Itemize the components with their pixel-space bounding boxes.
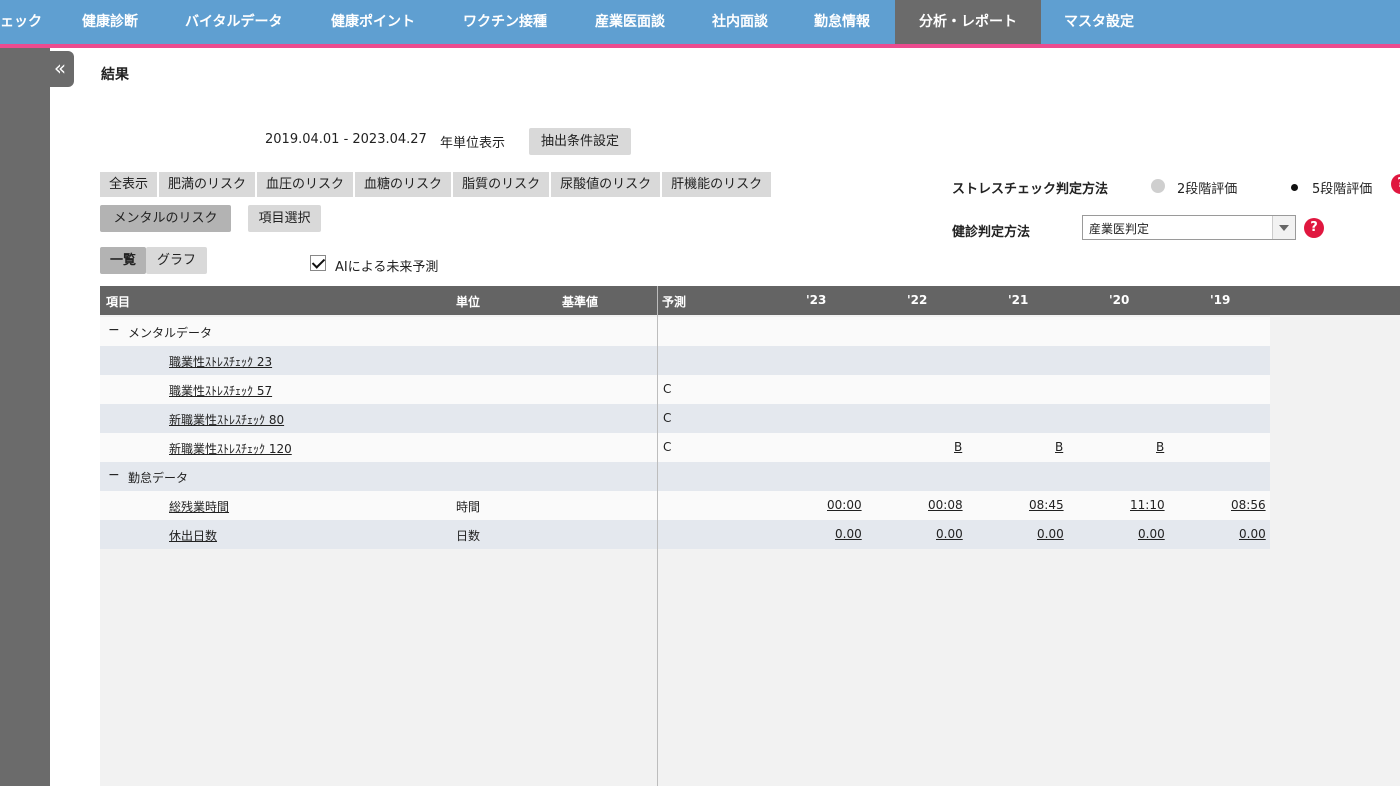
header-year-2021: '21	[1008, 293, 1029, 307]
date-range: 2019.04.01 - 2023.04.27	[265, 132, 427, 147]
header-year-2022: '22	[907, 293, 928, 307]
header-year-2020: '20	[1109, 293, 1130, 307]
ai-forecast-checkbox[interactable]	[310, 255, 326, 271]
nav-item-attendance[interactable]: 勤怠情報	[814, 0, 870, 44]
nav-item-health-points[interactable]: 健康ポイント	[331, 0, 415, 44]
left-sidebar	[0, 48, 50, 786]
value-cell-2021[interactable]: B	[1055, 440, 1063, 454]
filter-blood-pressure-button[interactable]: 血圧のリスク	[257, 172, 354, 197]
list-view-tab[interactable]: 一覧	[100, 247, 146, 274]
table-row: 職業性ｽﾄﾚｽﾁｪｯｸ 57 C	[100, 375, 1270, 404]
value-cell-2023[interactable]: 00:00	[827, 498, 862, 512]
collapse-sidebar-button[interactable]: «	[46, 51, 74, 87]
value-cell-2020[interactable]: B	[1156, 440, 1164, 454]
extract-conditions-button[interactable]: 抽出条件設定	[529, 128, 631, 155]
nav-item-doctor-interview[interactable]: 産業医面談	[595, 0, 665, 44]
double-chevron-left-icon: «	[53, 56, 67, 80]
nav-item-internal-interview[interactable]: 社内面談	[712, 0, 768, 44]
table-row: 休出日数 日数 0.00 0.00 0.00 0.00 0.00	[100, 520, 1270, 549]
table-row: 新職業性ｽﾄﾚｽﾁｪｯｸ 120 C B B B	[100, 433, 1270, 462]
value-cell-2021[interactable]: 0.00	[1037, 527, 1064, 541]
year-unit-label: 年単位表示	[440, 136, 506, 151]
risk-filter-bar: 全表示 肥満のリスク 血圧のリスク 血糖のリスク 脂質のリスク 尿酸値のリスク …	[100, 172, 772, 197]
forecast-cell: C	[663, 382, 672, 396]
nav-item-stress-check[interactable]: ェック	[0, 0, 42, 44]
value-cell-2023[interactable]: 0.00	[835, 527, 862, 541]
value-cell-2020[interactable]: 0.00	[1138, 527, 1165, 541]
header-year-2019: '19	[1210, 293, 1231, 307]
table-row: 職業性ｽﾄﾚｽﾁｪｯｸ 23	[100, 346, 1270, 375]
chevron-down-icon	[1272, 216, 1295, 239]
nav-item-health-checkup[interactable]: 健康診断	[82, 0, 138, 44]
filter-uric-acid-button[interactable]: 尿酸値のリスク	[551, 172, 661, 197]
filter-liver-button[interactable]: 肝機能のリスク	[662, 172, 772, 197]
header-unit: 単位	[456, 295, 481, 309]
kenshin-method-value: 産業医判定	[1089, 222, 1150, 236]
collapse-minus-icon[interactable]: −	[108, 322, 120, 338]
graph-view-tab[interactable]: グラフ	[146, 247, 207, 274]
row-item-link[interactable]: 休出日数	[169, 527, 217, 544]
kenshin-help-icon[interactable]: ?	[1304, 218, 1324, 238]
header-forecast: 予測	[662, 295, 687, 309]
forecast-cell: C	[663, 440, 672, 454]
row-item-link[interactable]: 新職業性ｽﾄﾚｽﾁｪｯｸ 120	[169, 440, 292, 457]
header-item: 項目	[106, 295, 131, 309]
header-standard: 基準値	[562, 295, 599, 309]
kenshin-method-select[interactable]: 産業医判定	[1082, 215, 1296, 240]
results-table: 項目 単位 基準値 予測 '23 '22 '21 '20 '19 − メンタルデ…	[100, 286, 1400, 786]
stress-5-level-label: 5段階評価	[1312, 182, 1373, 197]
value-cell-2020[interactable]: 11:10	[1130, 498, 1165, 512]
nav-item-analysis-report[interactable]: 分析・レポート	[895, 0, 1041, 44]
stress-help-icon[interactable]: ?	[1391, 174, 1400, 194]
forecast-cell: C	[663, 411, 672, 425]
value-cell-2021[interactable]: 08:45	[1029, 498, 1064, 512]
value-cell-2019[interactable]: 08:56	[1231, 498, 1266, 512]
header-year-2023: '23	[806, 293, 827, 307]
table-row: 総残業時間 時間 00:00 00:08 08:45 11:10 08:56	[100, 491, 1270, 520]
nav-item-vital-data[interactable]: バイタルデータ	[185, 0, 282, 44]
value-cell-2022[interactable]: 0.00	[936, 527, 963, 541]
unit-cell: 日数	[456, 529, 481, 543]
stress-method-label: ストレスチェック判定方法	[952, 182, 1109, 197]
stress-5-level-radio[interactable]	[1286, 179, 1302, 195]
group-label: メンタルデータ	[128, 326, 213, 340]
value-cell-2022[interactable]: B	[954, 440, 962, 454]
page-title: 結果	[101, 67, 129, 83]
kenshin-method-label: 健診判定方法	[952, 225, 1031, 240]
group-row-attendance[interactable]: − 勤怠データ	[100, 462, 1270, 491]
collapse-minus-icon[interactable]: −	[108, 467, 120, 483]
filter-all-button[interactable]: 全表示	[100, 172, 158, 197]
row-item-link[interactable]: 職業性ｽﾄﾚｽﾁｪｯｸ 57	[169, 382, 272, 399]
item-select-button[interactable]: 項目選択	[248, 205, 321, 232]
group-label: 勤怠データ	[128, 471, 189, 485]
value-cell-2022[interactable]: 00:08	[928, 498, 963, 512]
table-row: 新職業性ｽﾄﾚｽﾁｪｯｸ 80 C	[100, 404, 1270, 433]
ai-forecast-label: AIによる未来予測	[335, 260, 439, 275]
stress-2-level-radio[interactable]	[1151, 179, 1165, 193]
column-divider	[657, 286, 658, 786]
unit-cell: 時間	[456, 500, 481, 514]
filter-lipid-button[interactable]: 脂質のリスク	[453, 172, 550, 197]
row-item-link[interactable]: 総残業時間	[169, 498, 229, 515]
row-item-link[interactable]: 新職業性ｽﾄﾚｽﾁｪｯｸ 80	[169, 411, 284, 428]
nav-item-vaccination[interactable]: ワクチン接種	[463, 0, 547, 44]
value-cell-2019[interactable]: 0.00	[1239, 527, 1266, 541]
mental-risk-button[interactable]: メンタルのリスク	[100, 205, 231, 232]
filter-blood-sugar-button[interactable]: 血糖のリスク	[355, 172, 452, 197]
filter-obesity-button[interactable]: 肥満のリスク	[159, 172, 256, 197]
stress-2-level-label: 2段階評価	[1177, 182, 1238, 197]
group-row-mental[interactable]: − メンタルデータ	[100, 317, 1270, 346]
row-item-link[interactable]: 職業性ｽﾄﾚｽﾁｪｯｸ 23	[169, 353, 272, 370]
table-header: 項目 単位 基準値 予測 '23 '22 '21 '20 '19	[100, 286, 1400, 315]
nav-item-master-settings[interactable]: マスタ設定	[1064, 0, 1134, 44]
top-nav: ェック 健康診断 バイタルデータ 健康ポイント ワクチン接種 産業医面談 社内面…	[0, 0, 1400, 48]
